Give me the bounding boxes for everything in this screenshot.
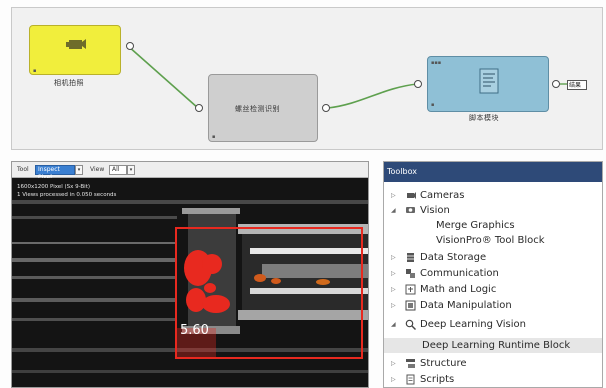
toolbox-item-label: Data Storage xyxy=(420,252,487,263)
toolbox-item-label: Data Manipulation xyxy=(420,300,512,311)
data-storage-icon xyxy=(407,253,414,262)
toolbox-item-data-storage[interactable]: ▷ Data Storage xyxy=(384,250,602,265)
toolbox-item-visionpro-tool-block[interactable]: VisionPro® Tool Block xyxy=(384,233,602,248)
toolbox-item-label: Cameras xyxy=(420,190,465,201)
communication-icon xyxy=(406,269,415,278)
toolbox-item-data-manipulation[interactable]: ▷ Data Manipulation xyxy=(384,298,602,313)
tool-select[interactable]: Inspect Pixel xyxy=(35,165,75,181)
toolbox-item-deep-learning-runtime-block[interactable]: Deep Learning Runtime Block xyxy=(384,338,602,353)
vision-icon xyxy=(406,207,415,213)
script-output-port[interactable] xyxy=(552,80,560,88)
toolbox-item-deep-learning-vision[interactable]: ◢ Deep Learning Vision xyxy=(384,317,602,332)
image-viewer[interactable]: Tool Inspect Pixel ▾ View All ▾ 1600x120… xyxy=(11,161,369,388)
script-node[interactable]: ▪▪▪ ▪ xyxy=(427,56,549,112)
node-corner-mark: ▪ xyxy=(33,68,37,74)
output-terminal[interactable]: 结果 xyxy=(567,80,587,90)
data-manipulation-icon xyxy=(405,300,416,311)
expand-arrow-icon[interactable]: ▷ xyxy=(391,372,398,387)
node-corner-mark: ▪ xyxy=(212,134,216,140)
camera-icon xyxy=(66,39,86,49)
expand-arrow-icon[interactable]: ▷ xyxy=(391,298,398,313)
math-logic-icon xyxy=(405,284,416,295)
toolbox-panel: Toolbox ▷ Cameras ◢ Vision Merge Graphics Vis… xyxy=(383,161,603,388)
script-node-label: 脚本模块 xyxy=(469,114,499,122)
toolbox-item-label: Structure xyxy=(420,358,467,369)
collapse-arrow-icon[interactable]: ◢ xyxy=(391,203,398,218)
toolbox-item-structure[interactable]: ▷ Structure xyxy=(384,356,602,371)
scripts-icon xyxy=(406,374,415,385)
toolbox-item-label: VisionPro® Tool Block xyxy=(436,235,545,246)
detection-score: 5.60 xyxy=(180,323,209,338)
toolbox-item-label: Merge Graphics xyxy=(436,220,515,231)
toolbox-item-math-and-logic[interactable]: ▷ Math and Logic xyxy=(384,282,602,297)
script-input-port[interactable] xyxy=(414,80,422,88)
script-icon xyxy=(479,68,499,94)
expand-arrow-icon[interactable]: ▷ xyxy=(391,356,398,371)
deep-learning-icon xyxy=(405,319,416,330)
wire-detect-to-script xyxy=(327,83,418,109)
toolbox-item-label: Vision xyxy=(420,205,450,216)
expand-arrow-icon[interactable]: ▷ xyxy=(391,282,398,297)
inspection-image[interactable] xyxy=(12,178,369,388)
workflow-graph-canvas[interactable]: ▪ 相机拍照 螺丝检测识别 ▪ ▪▪▪ ▪ 脚本模块 结果 xyxy=(11,7,603,150)
toolbox-item-label: Math and Logic xyxy=(420,284,497,295)
toolbox-item-scripts[interactable]: ▷ Scripts xyxy=(384,372,602,387)
camera-node-label: 相机拍照 xyxy=(54,79,84,87)
toolbox-item-cameras[interactable]: ▷ Cameras xyxy=(384,188,602,203)
image-info-line-1: 1600x1200 Pixel (Sx 9-Bit) xyxy=(17,184,90,190)
expand-arrow-icon[interactable]: ▷ xyxy=(391,188,398,203)
view-dropdown-icon[interactable]: ▾ xyxy=(127,165,135,175)
expand-arrow-icon[interactable]: ▷ xyxy=(391,266,398,281)
image-info-line-2: 1 Views processed in 0.050 seconds xyxy=(17,192,117,198)
tool-label: Tool xyxy=(17,166,29,173)
view-select[interactable]: All xyxy=(109,165,127,175)
camera-node[interactable]: ▪ xyxy=(29,25,121,75)
camera-output-port[interactable] xyxy=(126,42,134,50)
toolbox-item-vision[interactable]: ◢ Vision xyxy=(384,203,602,218)
viewer-toolbar: Tool Inspect Pixel ▾ View All ▾ xyxy=(12,162,368,181)
structure-icon xyxy=(406,359,415,368)
detect-node-label: 螺丝检测识别 xyxy=(235,105,280,113)
view-label: View xyxy=(90,166,105,173)
collapse-arrow-icon[interactable]: ◢ xyxy=(391,317,398,332)
toolbox-item-label: Deep Learning Vision xyxy=(420,319,526,330)
output-terminal-label: 结果 xyxy=(569,82,582,89)
toolbox-item-merge-graphics[interactable]: Merge Graphics xyxy=(384,218,602,233)
detect-node[interactable]: 螺丝检测识别 ▪ xyxy=(208,74,318,142)
app-window: ▪ 相机拍照 螺丝检测识别 ▪ ▪▪▪ ▪ 脚本模块 结果 Tool Inspe… xyxy=(0,0,606,388)
node-corner-mark: ▪▪▪ xyxy=(431,60,442,66)
camera-icon xyxy=(407,192,416,199)
toolbox-item-label: Deep Learning Runtime Block xyxy=(422,340,571,351)
detect-output-port[interactable] xyxy=(322,104,330,112)
expand-arrow-icon[interactable]: ▷ xyxy=(391,250,398,265)
toolbox-item-communication[interactable]: ▷ Communication xyxy=(384,266,602,281)
toolbox-item-label: Scripts xyxy=(420,374,455,385)
wire-camera-to-detect xyxy=(127,45,199,109)
tool-dropdown-icon[interactable]: ▾ xyxy=(75,165,83,175)
detect-input-port[interactable] xyxy=(195,104,203,112)
toolbox-title: Toolbox xyxy=(384,162,602,182)
node-corner-mark: ▪ xyxy=(431,102,435,108)
toolbox-item-label: Communication xyxy=(420,268,499,279)
